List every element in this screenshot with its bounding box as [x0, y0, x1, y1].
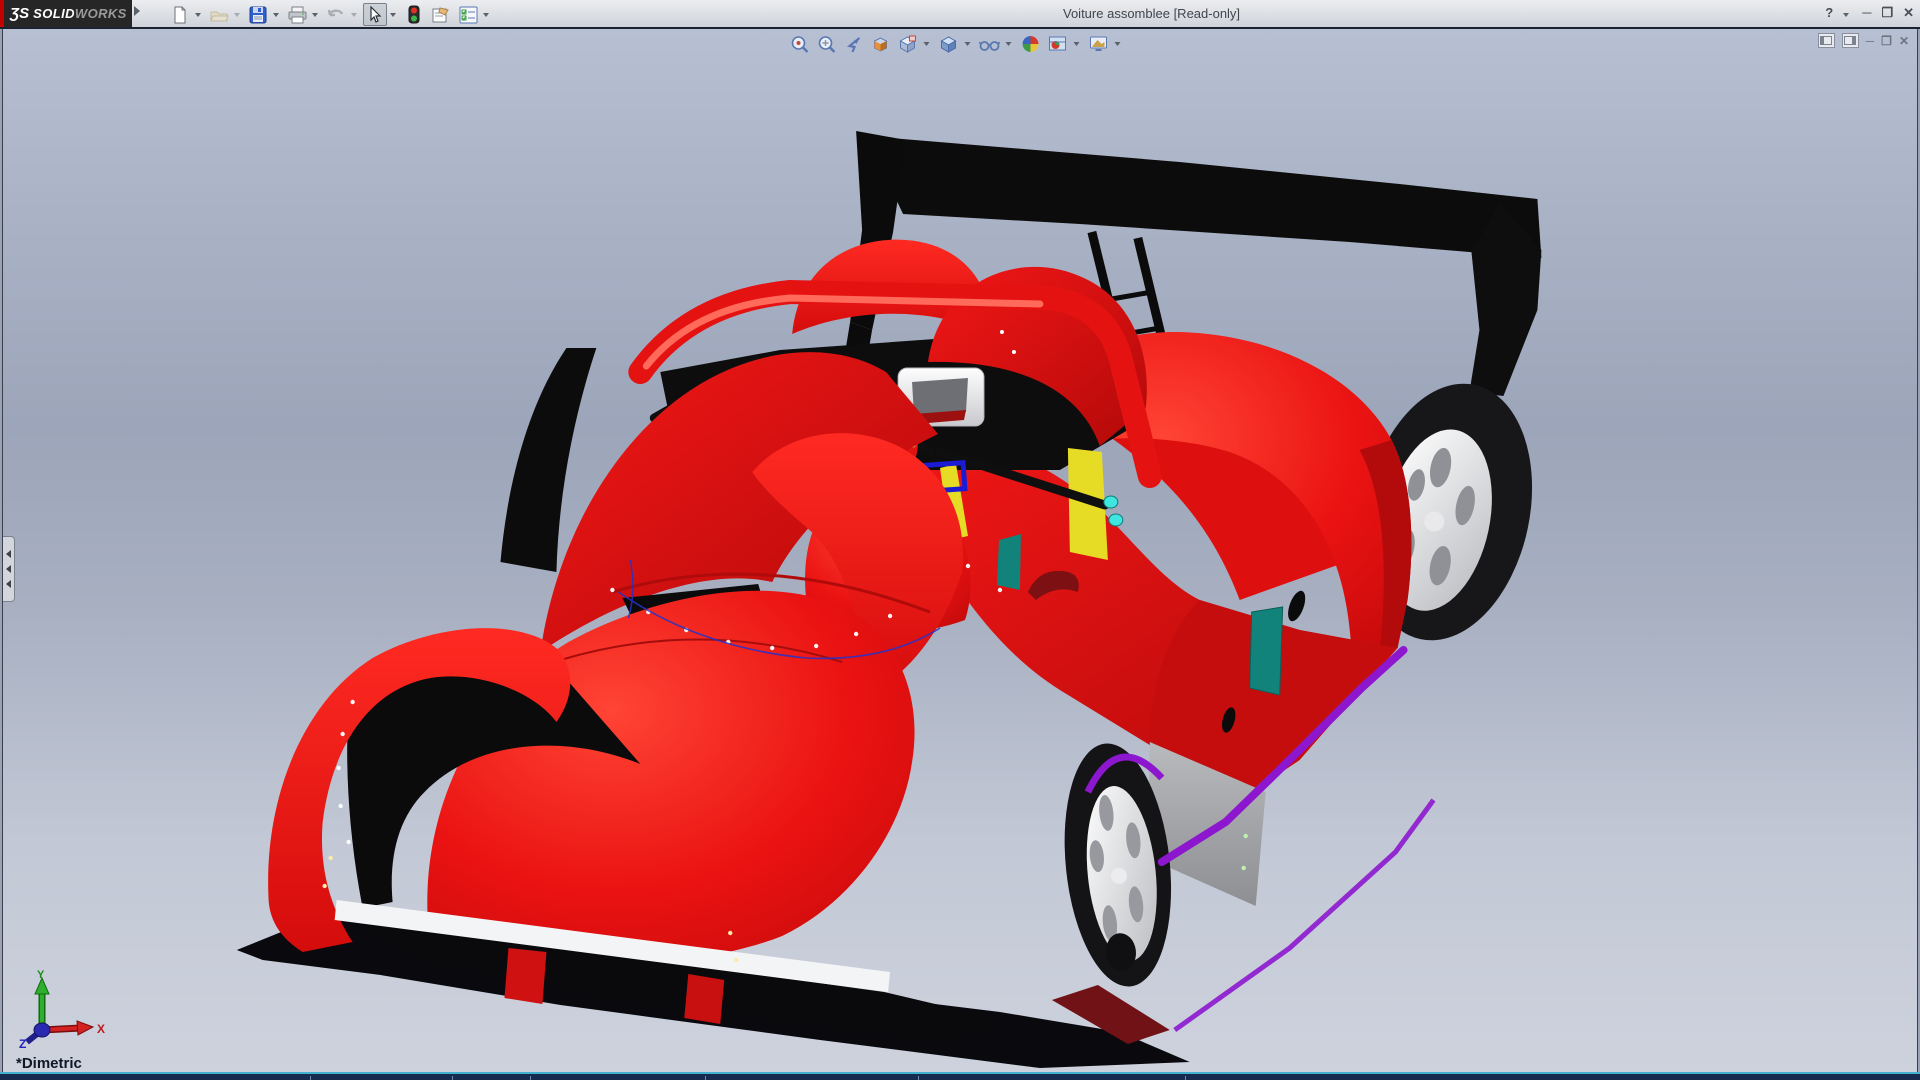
apply-scene-icon — [1048, 34, 1068, 54]
graphics-viewport[interactable]: ─ ❐ ✕ Y X Z *Dimetric — [2, 29, 1918, 1072]
new-dropdown-caret[interactable] — [195, 13, 201, 17]
triad-z-label: Z — [19, 1037, 26, 1051]
rebuild-traffic-light-icon — [408, 5, 420, 24]
file-properties-button[interactable] — [429, 3, 453, 26]
display-style-icon — [939, 34, 959, 54]
solidworks-window: { "window": { "title": "Voiture assomble… — [0, 0, 1920, 1080]
previous-view-button[interactable] — [843, 33, 865, 55]
hide-show-items-caret[interactable] — [1006, 42, 1012, 46]
zoom-to-area-button[interactable] — [816, 33, 838, 55]
logo-glyph: ƷS — [10, 5, 29, 22]
feature-panel-collapse-tab[interactable] — [3, 536, 15, 602]
side-window-front — [997, 534, 1021, 590]
pane-left-button[interactable] — [1818, 33, 1835, 48]
view-orientation-caret[interactable] — [924, 42, 930, 46]
undo-dropdown-caret[interactable] — [351, 13, 357, 17]
headsup-view-toolbar — [789, 32, 1124, 56]
file-properties-icon — [431, 6, 451, 24]
apply-scene-caret[interactable] — [1074, 42, 1080, 46]
options-button[interactable] — [456, 3, 480, 26]
select-dropdown-caret[interactable] — [390, 13, 396, 17]
zoom-to-fit-button[interactable] — [789, 33, 811, 55]
pane-right-button[interactable] — [1842, 33, 1859, 48]
save-floppy-icon — [249, 6, 267, 24]
help-button[interactable]: ? — [1825, 4, 1833, 22]
window-controls: ? ─ ❐ ✕ — [1825, 4, 1914, 22]
restore-button[interactable]: ❐ — [1881, 4, 1893, 22]
section-view-button[interactable] — [870, 33, 892, 55]
select-cursor-icon — [367, 6, 383, 23]
triad-x-label: X — [97, 1022, 105, 1036]
menu-expand-arrow-icon[interactable] — [134, 6, 140, 16]
help-dropdown-caret[interactable] — [1843, 13, 1849, 17]
collapse-arrow-icon — [6, 580, 11, 588]
rebuild-button[interactable] — [402, 3, 426, 26]
close-button[interactable]: ✕ — [1903, 4, 1914, 22]
view-orientation-icon — [898, 34, 918, 54]
print-button[interactable] — [285, 3, 309, 26]
view-settings-caret[interactable] — [1115, 42, 1121, 46]
doc-close-button[interactable]: ✕ — [1899, 34, 1909, 48]
orientation-triad: Y X Z — [11, 968, 107, 1054]
new-document-button[interactable] — [168, 3, 192, 26]
hide-show-items-button[interactable] — [979, 33, 1001, 55]
edit-appearance-icon — [1021, 34, 1041, 54]
bottom-edge-bar — [0, 1072, 1920, 1080]
document-window-controls: ─ ❐ ✕ — [1818, 33, 1909, 48]
section-view-icon — [871, 34, 891, 54]
minimize-button[interactable]: ─ — [1862, 4, 1871, 22]
standard-toolbar — [168, 2, 492, 27]
open-button[interactable] — [207, 3, 231, 26]
save-dropdown-caret[interactable] — [273, 13, 279, 17]
select-button[interactable] — [363, 3, 387, 26]
collapse-arrow-icon — [6, 550, 11, 558]
print-dropdown-caret[interactable] — [312, 13, 318, 17]
window-title: Voiture assomblee [Read-only] — [1063, 6, 1240, 21]
zoom-to-area-icon — [817, 34, 837, 54]
side-window-rear — [1250, 607, 1283, 695]
display-style-button[interactable] — [938, 33, 960, 55]
view-orientation-button[interactable] — [897, 33, 919, 55]
new-document-icon — [171, 6, 189, 24]
options-dropdown-caret[interactable] — [483, 13, 489, 17]
print-icon — [288, 6, 307, 24]
side-vent — [1285, 589, 1309, 624]
hide-show-items-icon — [979, 34, 1001, 54]
view-orientation-label: *Dimetric — [16, 1055, 82, 1072]
open-folder-icon — [210, 6, 229, 24]
model-render-voiture[interactable] — [3, 29, 1917, 1072]
open-dropdown-caret[interactable] — [234, 13, 240, 17]
logo-brand-bold: SOLID — [33, 6, 75, 21]
display-style-caret[interactable] — [965, 42, 971, 46]
collapse-arrow-icon — [6, 565, 11, 573]
title-bar: ƷS SOLIDWORKS — [0, 0, 1920, 29]
apply-scene-button[interactable] — [1047, 33, 1069, 55]
undo-button[interactable] — [324, 3, 348, 26]
view-settings-button[interactable] — [1088, 33, 1110, 55]
options-checklist-icon — [459, 6, 478, 24]
undo-icon — [326, 6, 346, 24]
cyan-knob-1 — [1104, 496, 1118, 508]
zoom-to-fit-icon — [790, 34, 810, 54]
previous-view-icon — [844, 34, 864, 54]
doc-minimize-button[interactable]: ─ — [1866, 34, 1875, 48]
logo-brand-light: WORKS — [75, 6, 127, 21]
cyan-knob-2 — [1109, 514, 1123, 526]
edit-appearance-button[interactable] — [1020, 33, 1042, 55]
doc-restore-button[interactable]: ❐ — [1881, 34, 1892, 48]
save-button[interactable] — [246, 3, 270, 26]
solidworks-logo[interactable]: ƷS SOLIDWORKS — [0, 0, 132, 27]
view-settings-icon — [1089, 34, 1109, 54]
